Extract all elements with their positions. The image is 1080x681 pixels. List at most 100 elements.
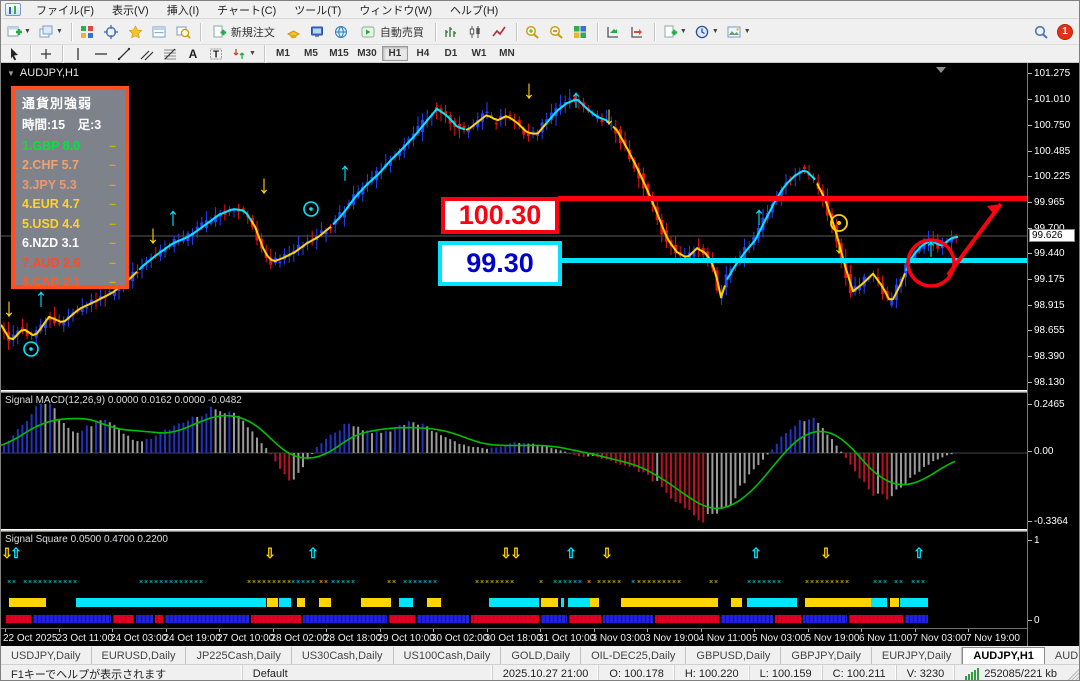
strategy-tester-button[interactable] xyxy=(173,22,195,42)
dropdown-arrow-icon[interactable]: ▼ xyxy=(249,50,256,57)
timeframe-m1[interactable]: M1 xyxy=(270,46,296,61)
menu-w[interactable]: ウィンドウ(W) xyxy=(350,3,441,19)
svg-text:×: × xyxy=(607,579,611,586)
price-axis[interactable]: 101.275 101.010 100.750 100.485 100.225 99.96… xyxy=(1027,63,1079,646)
chart-tab-usdjpy-daily[interactable]: USDJPY,Daily xyxy=(1,647,92,664)
menu-v[interactable]: 表示(V) xyxy=(103,3,158,19)
svg-text:×: × xyxy=(911,579,915,586)
svg-text:×: × xyxy=(830,579,834,586)
equidistant-channel-button[interactable] xyxy=(137,46,158,61)
resistance-value: 100.30 xyxy=(458,200,542,230)
toolbar-separator xyxy=(62,44,63,63)
timeframe-m5[interactable]: M5 xyxy=(298,46,324,61)
dropdown-arrow-icon[interactable]: ▼ xyxy=(744,28,751,35)
profiles-button[interactable]: ▼ xyxy=(36,22,66,42)
line-chart-button[interactable] xyxy=(489,22,511,42)
chart-tab-eurjpy-daily[interactable]: EURJPY,Daily xyxy=(872,647,963,664)
support-price-label[interactable]: 99.30 xyxy=(438,241,562,286)
menu-h[interactable]: ヘルプ(H) xyxy=(441,3,507,19)
zoom-out-icon xyxy=(549,25,564,39)
crosshair-tool-button[interactable] xyxy=(36,46,57,61)
market-button[interactable] xyxy=(331,22,353,42)
main-chart-pane[interactable]: ↓ ↑ ↓ ↑ ↓ ↑ ↓ ↑ ↓ ↑ ↓ ↑ ▼ AUDJPY,H1 通貨別強弱 時間:15 足:3… xyxy=(1,63,1027,390)
fibonacci-button[interactable] xyxy=(160,46,181,61)
time-tick xyxy=(219,629,220,632)
text-label-button[interactable]: T xyxy=(206,46,227,61)
navigator-button[interactable] xyxy=(125,22,147,42)
terminal-button[interactable] xyxy=(149,22,171,42)
auto-scroll-icon xyxy=(606,25,621,39)
notification-badge[interactable]: 1 xyxy=(1057,23,1073,40)
chart-tab-gbpjpy-daily[interactable]: GBPJPY,Daily xyxy=(781,647,872,664)
timeframe-mn[interactable]: MN xyxy=(494,46,520,61)
toolbar-separator xyxy=(70,22,72,41)
timeframe-h4[interactable]: H4 xyxy=(410,46,436,61)
chart-tab-us100cash-daily[interactable]: US100Cash,Daily xyxy=(394,647,502,664)
auto-scroll-button[interactable] xyxy=(603,22,625,42)
signal-square-pane[interactable]: ⇩ ⇧ ⇩ ⇧ ⇩ ⇩ ⇧ ⇩ ⇧ ⇩ ⇧ × × × × × × × × × × × × × × × × × × × × × × × × × × × × ×… xyxy=(1,532,1027,628)
search-button[interactable] xyxy=(1030,22,1052,42)
metaeditor-button[interactable] xyxy=(283,22,305,42)
autotrade-button[interactable]: 自動売買 xyxy=(355,22,430,42)
svg-text:×: × xyxy=(617,579,621,586)
macd-indicator-pane[interactable]: Signal MACD(12,26,9) 0.0000 0.0162 0.000… xyxy=(1,393,1027,529)
indicators-button[interactable]: ▼ xyxy=(660,22,690,42)
dropdown-arrow-icon[interactable]: ▼ xyxy=(24,28,31,35)
dropdown-arrow-icon[interactable]: ▼ xyxy=(56,28,63,35)
metaeditor-icon xyxy=(286,25,301,39)
market-watch-button[interactable] xyxy=(77,22,99,42)
svg-text:×: × xyxy=(883,579,887,586)
trendline-button[interactable] xyxy=(114,46,135,61)
horizontal-line-icon xyxy=(94,47,109,61)
resize-grip[interactable] xyxy=(1067,665,1079,680)
chart-tab-audjpy-h1[interactable]: AUDJPY,H1 xyxy=(962,647,1045,664)
chart-tab-gbpusd-daily[interactable]: GBPUSD,Daily xyxy=(686,647,782,664)
vertical-line-button[interactable] xyxy=(68,46,89,61)
horizontal-line-button[interactable] xyxy=(91,46,112,61)
collapse-triangle-icon[interactable]: ▼ xyxy=(7,69,15,78)
timeframe-m30[interactable]: M30 xyxy=(354,46,380,61)
zoom-in-button[interactable] xyxy=(522,22,544,42)
resistance-price-label[interactable]: 100.30 xyxy=(441,197,559,234)
menu-i[interactable]: 挿入(I) xyxy=(158,3,208,19)
chart-tab-oil-dec25-daily[interactable]: OIL-DEC25,Daily xyxy=(581,647,687,664)
dropdown-arrow-icon[interactable]: ▼ xyxy=(712,28,719,35)
status-bar: F1キーでヘルプが表示されます Default 2025.10.27 21:00… xyxy=(1,665,1079,680)
tile-windows-button[interactable] xyxy=(570,22,592,42)
timeframe-h1[interactable]: H1 xyxy=(381,46,408,61)
timeframe-d1[interactable]: D1 xyxy=(438,46,464,61)
chart-shift-button[interactable] xyxy=(627,22,649,42)
macd-histogram xyxy=(1,403,1027,523)
svg-text:×: × xyxy=(878,579,882,586)
cursor-button[interactable] xyxy=(4,46,25,61)
price-axis-tick: 98.915 xyxy=(1028,300,1065,311)
dropdown-arrow-icon[interactable]: ▼ xyxy=(680,28,687,35)
menu-c[interactable]: チャート(C) xyxy=(208,3,285,19)
new-order-button[interactable]: 新規注文 xyxy=(206,22,281,42)
arrow-objects-button[interactable]: ▼ xyxy=(229,46,259,61)
connection-bars-icon xyxy=(965,667,980,680)
periods-button[interactable]: ▼ xyxy=(692,22,722,42)
new-chart-button[interactable]: ▼ xyxy=(4,22,34,42)
market-watch-icon xyxy=(80,25,95,39)
chart-tab-gold-daily[interactable]: GOLD,Daily xyxy=(501,647,582,664)
data-window-button[interactable] xyxy=(101,22,123,42)
templates-button[interactable]: ▼ xyxy=(724,22,754,42)
timeframe-m15[interactable]: M15 xyxy=(326,46,352,61)
chart-tab-eurusd-daily[interactable]: EURUSD,Daily xyxy=(92,647,187,664)
chart-tab-us30cash-daily[interactable]: US30Cash,Daily xyxy=(292,647,394,664)
zoom-out-button[interactable] xyxy=(546,22,568,42)
chart-tab-jp225cash-daily[interactable]: JP225Cash,Daily xyxy=(186,647,292,664)
support-value: 99.30 xyxy=(466,248,534,278)
time-axis[interactable]: 22 Oct 2025 23 Oct 11:00 24 Oct 03:00 24 Oc… xyxy=(1,628,1027,646)
menu-t[interactable]: ツール(T) xyxy=(285,3,350,19)
timeframe-w1[interactable]: W1 xyxy=(466,46,492,61)
community-button[interactable] xyxy=(307,22,329,42)
svg-text:×: × xyxy=(282,579,286,586)
menu-f[interactable]: ファイル(F) xyxy=(27,3,103,19)
chart-tab-audusd-h1[interactable]: AUDUSD,H1 xyxy=(1045,647,1079,664)
bar-chart-button[interactable] xyxy=(441,22,463,42)
svg-text:×: × xyxy=(500,579,504,586)
candlestick-chart-button[interactable] xyxy=(465,22,487,42)
text-button[interactable]: A xyxy=(183,46,204,61)
